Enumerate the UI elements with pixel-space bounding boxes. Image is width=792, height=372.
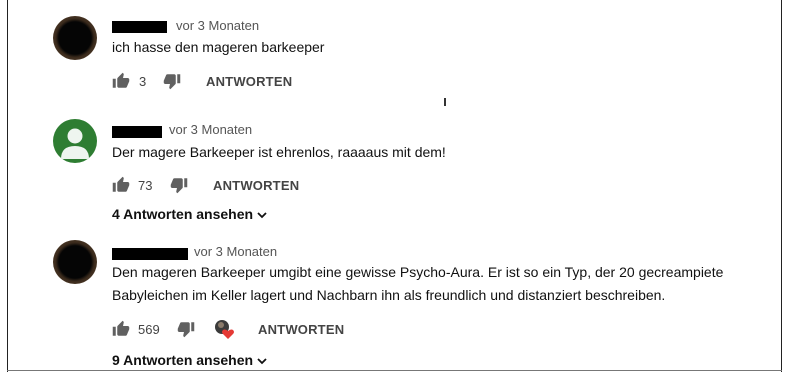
comment-text-line: Der magere Barkeeper ist ehrenlos, raaaa… (112, 144, 446, 160)
thumbs-up-icon[interactable] (112, 176, 130, 199)
comment-1: vor 3 Monaten ich hasse den mageren bark… (0, 0, 781, 105)
like-count: 3 (139, 74, 147, 89)
creator-heart-icon (213, 318, 235, 340)
reply-button[interactable]: ANTWORTEN (258, 322, 344, 337)
frame-border-right (781, 0, 782, 372)
comment-timestamp[interactable]: vor 3 Monaten (194, 244, 277, 259)
comment-3: vor 3 Monaten Den mageren Barkeeper umgi… (0, 235, 781, 372)
chevron-down-icon (253, 206, 268, 222)
chevron-down-icon (253, 352, 268, 368)
avatar[interactable] (53, 119, 97, 163)
thumbs-down-icon[interactable] (177, 320, 195, 343)
comment-text-line: Den mageren Barkeeper umgibt eine gewiss… (112, 264, 724, 280)
thumbs-up-icon[interactable] (112, 72, 130, 95)
thumbs-up-icon[interactable] (112, 320, 130, 343)
like-count: 569 (138, 322, 160, 337)
comment-2: vor 3 Monaten Der magere Barkeeper ist e… (0, 105, 781, 235)
thumbs-down-icon[interactable] (163, 72, 181, 95)
avatar[interactable] (53, 240, 97, 284)
reply-button[interactable]: ANTWORTEN (206, 74, 292, 89)
author-name-redacted (112, 126, 162, 138)
avatar[interactable] (53, 16, 97, 60)
view-replies-button[interactable]: 9 Antworten ansehen (112, 352, 268, 368)
view-replies-label: 4 Antworten ansehen (112, 206, 254, 222)
comment-timestamp[interactable]: vor 3 Monaten (176, 18, 259, 33)
comment-text-line: ich hasse den mageren barkeeper (112, 39, 325, 55)
view-replies-button[interactable]: 4 Antworten ansehen (112, 206, 268, 222)
author-name-redacted (112, 21, 167, 33)
like-count: 73 (138, 178, 153, 193)
comment-text-line: Babyleichen im Keller lagert und Nachbar… (112, 287, 666, 303)
author-name-redacted (112, 248, 188, 260)
view-replies-label: 9 Antworten ansehen (112, 352, 254, 368)
thumbs-down-icon[interactable] (170, 176, 188, 199)
comment-timestamp[interactable]: vor 3 Monaten (169, 122, 252, 137)
reply-button[interactable]: ANTWORTEN (213, 178, 299, 193)
